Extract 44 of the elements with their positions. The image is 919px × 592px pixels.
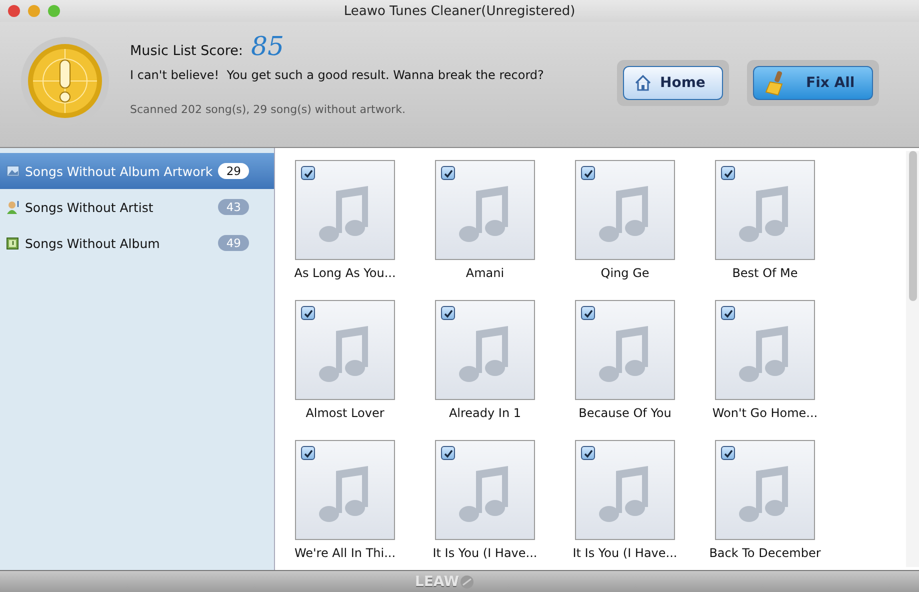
song-title: We're All In Thi... [294, 546, 396, 560]
song-title: It Is You (I Have... [432, 546, 538, 560]
song-title: Qing Ge [600, 266, 650, 280]
song-title: Best Of Me [732, 266, 798, 280]
song-title: As Long As You... [294, 266, 396, 280]
sidebar-item[interactable]: Songs Without Album Artwork 29 [0, 153, 274, 189]
leawo-logo: LEAW [414, 574, 474, 590]
checkbox[interactable] [441, 306, 455, 320]
song-title: Won't Go Home... [712, 406, 818, 420]
person-icon [6, 200, 20, 214]
checkbox[interactable] [721, 166, 735, 180]
sidebar-item[interactable]: Songs Without Album 49 [0, 225, 274, 261]
checkbox[interactable] [721, 446, 735, 460]
home-button[interactable]: Home [623, 66, 723, 100]
fix-all-button[interactable]: Fix All [753, 66, 873, 100]
song-title: Amani [466, 266, 504, 280]
picture-icon [6, 164, 20, 178]
score-value: 85 [250, 32, 284, 62]
count-badge: 43 [218, 199, 249, 215]
count-badge: 49 [218, 235, 249, 251]
score-label: Music List Score: [130, 43, 243, 59]
checkbox[interactable] [581, 166, 595, 180]
sidebar-item[interactable]: Songs Without Artist 43 [0, 189, 274, 225]
song-title: Back To December [709, 546, 821, 560]
checkbox[interactable] [581, 306, 595, 320]
checkbox[interactable] [721, 306, 735, 320]
song-title: It Is You (I Have... [572, 546, 678, 560]
count-badge: 29 [218, 163, 249, 179]
song-title: Because Of You [578, 406, 672, 420]
checkbox[interactable] [441, 446, 455, 460]
song-title: Already In 1 [448, 406, 522, 420]
checkbox[interactable] [441, 166, 455, 180]
song-title: Almost Lover [306, 406, 384, 420]
checkbox[interactable] [301, 446, 315, 460]
scan-summary: Scanned 202 song(s), 29 song(s) without artwork. [130, 103, 406, 116]
score-message: I can't believe! You get such a good result. Wanna break the record? [130, 68, 545, 82]
window-title: Leawo Tunes Cleaner(Unregistered) [344, 4, 576, 18]
house-icon [634, 74, 652, 92]
checkbox[interactable] [301, 306, 315, 320]
close-button[interactable] [8, 5, 20, 17]
checkbox[interactable] [581, 446, 595, 460]
checkbox[interactable] [301, 166, 315, 180]
scrollbar[interactable] [906, 151, 919, 567]
album-icon [6, 236, 20, 250]
